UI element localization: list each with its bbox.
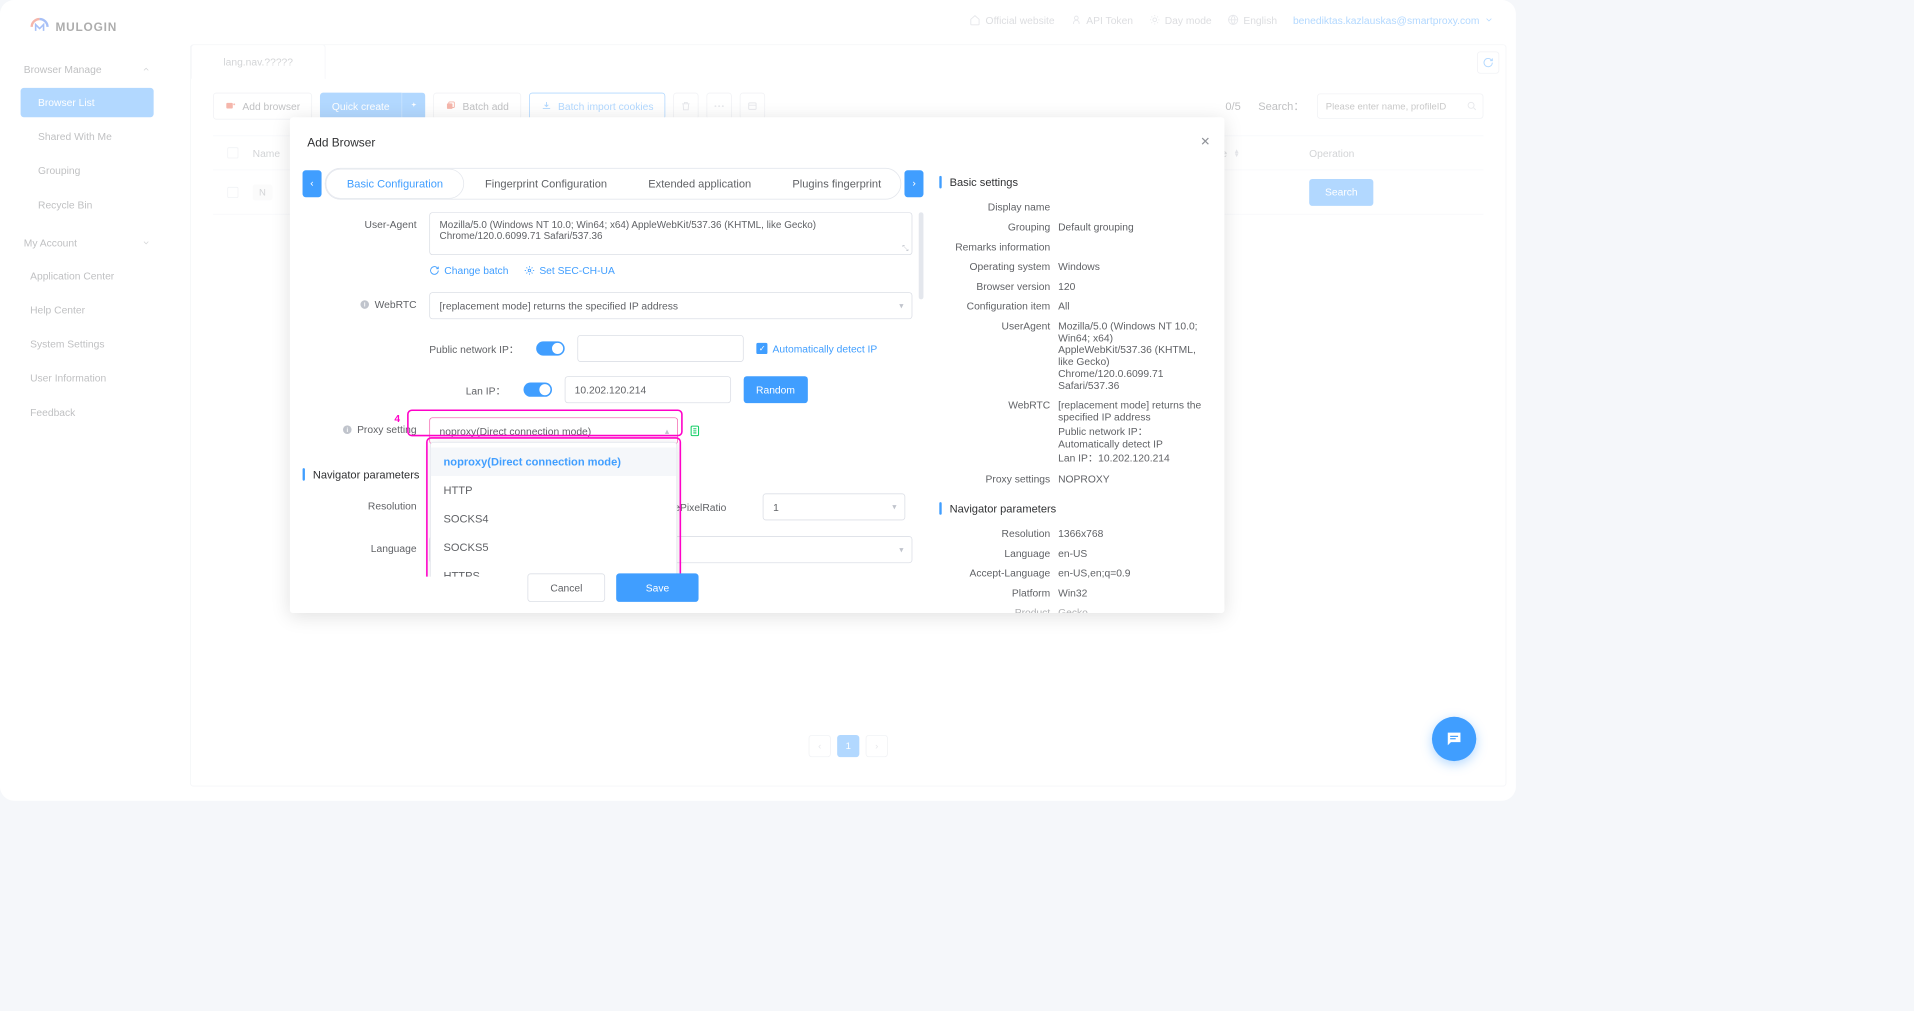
proxy-option-http[interactable]: HTTP bbox=[431, 476, 677, 505]
remarks-label: Remarks information bbox=[939, 241, 1058, 253]
pub-ip-label: Public network IP： bbox=[429, 341, 519, 356]
resize-handle-icon[interactable]: ⤡ bbox=[902, 244, 908, 253]
change-batch-link[interactable]: Change batch bbox=[429, 265, 508, 277]
cancel-button[interactable]: Cancel bbox=[527, 573, 605, 602]
proxy-label: Proxy setting bbox=[357, 424, 417, 436]
summary-al-value: en-US,en;q=0.9 bbox=[1058, 567, 1204, 579]
display-name-value bbox=[1058, 201, 1204, 213]
chevron-down-icon: ▾ bbox=[899, 301, 903, 311]
info-icon: i bbox=[342, 425, 352, 435]
proxy-dropdown: noproxy(Direct connection mode) HTTP SOC… bbox=[430, 442, 677, 577]
language-label: Language bbox=[303, 536, 430, 554]
tab-fingerprint[interactable]: Fingerprint Configuration bbox=[464, 169, 627, 199]
info-icon: i bbox=[360, 299, 370, 309]
ua-label: User-Agent bbox=[303, 212, 430, 230]
grouping-label: Grouping bbox=[939, 221, 1058, 233]
os-value: Windows bbox=[1058, 261, 1204, 273]
chevron-down-icon: ▾ bbox=[899, 545, 903, 555]
os-label: Operating system bbox=[939, 261, 1058, 273]
lan-ip-input[interactable] bbox=[564, 376, 730, 403]
config-item-value: All bbox=[1058, 300, 1204, 312]
chevron-up-icon: ▴ bbox=[665, 426, 669, 436]
dpr-value: 1 bbox=[773, 501, 779, 513]
summary-plat-value: Win32 bbox=[1058, 587, 1204, 599]
close-icon: ✕ bbox=[1200, 135, 1210, 149]
webrtc-select[interactable]: [replacement mode] returns the specified… bbox=[429, 292, 912, 319]
form-area: User-Agent Mozilla/5.0 (Windows NT 10.0;… bbox=[303, 212, 924, 576]
refresh-icon bbox=[429, 265, 439, 275]
save-button[interactable]: Save bbox=[616, 573, 698, 602]
summary-webrtc-value: [replacement mode] returns the specified… bbox=[1058, 399, 1204, 465]
summary-ua-value: Mozilla/5.0 (Windows NT 10.0; Win64; x64… bbox=[1058, 320, 1204, 391]
summary-webrtc-label: WebRTC bbox=[939, 399, 1058, 465]
nav-params-heading-2: Navigator parameters bbox=[950, 502, 1057, 515]
tabs-next[interactable] bbox=[904, 170, 923, 197]
ua-value: Mozilla/5.0 (Windows NT 10.0; Win64; x64… bbox=[440, 219, 817, 241]
proxy-select[interactable]: noproxy(Direct connection mode) ▴ bbox=[429, 417, 678, 444]
nav-params-heading: Navigator parameters bbox=[313, 468, 420, 481]
summary-lang-value: en-US bbox=[1058, 547, 1204, 559]
lan-ip-switch[interactable] bbox=[523, 383, 552, 397]
set-sec-label: Set SEC-CH-UA bbox=[539, 265, 615, 277]
ua-textarea[interactable]: Mozilla/5.0 (Windows NT 10.0; Win64; x64… bbox=[429, 212, 912, 255]
auto-detect-wrap[interactable]: ✓ Automatically detect IP bbox=[757, 343, 878, 355]
summary-proxy-label: Proxy settings bbox=[939, 473, 1058, 485]
webrtc-label: WebRTC bbox=[375, 299, 417, 311]
lan-ip-label: Lan IP： bbox=[466, 382, 506, 397]
pub-ip-switch[interactable] bbox=[537, 341, 566, 355]
export-icon[interactable] bbox=[689, 424, 702, 438]
config-tabs: Basic Configuration Fingerprint Configur… bbox=[303, 168, 924, 200]
section-bar bbox=[939, 502, 941, 515]
summary-panel: Basic settings Display name GroupingDefa… bbox=[923, 168, 1211, 613]
proxy-value: noproxy(Direct connection mode) bbox=[440, 425, 592, 437]
display-name-label: Display name bbox=[939, 201, 1058, 213]
proxy-option-socks5[interactable]: SOCKS5 bbox=[431, 533, 677, 562]
config-item-label: Configuration item bbox=[939, 300, 1058, 312]
chat-fab[interactable] bbox=[1432, 717, 1476, 761]
resolution-label: Resolution bbox=[303, 493, 430, 511]
summary-proxy-value: NOPROXY bbox=[1058, 473, 1204, 485]
summary-prod-value: Gecko bbox=[1058, 607, 1204, 613]
pub-ip-input[interactable] bbox=[578, 335, 744, 362]
tabs-prev[interactable] bbox=[303, 170, 322, 197]
modal-close-button[interactable]: ✕ bbox=[1200, 135, 1210, 149]
browser-version-value: 120 bbox=[1058, 280, 1204, 292]
summary-res-label: Resolution bbox=[939, 527, 1058, 539]
section-bar bbox=[303, 468, 305, 481]
webrtc-value: [replacement mode] returns the specified… bbox=[440, 300, 678, 312]
auto-detect-checkbox[interactable]: ✓ bbox=[757, 343, 768, 354]
dpr-select[interactable]: 1 ▾ bbox=[763, 493, 906, 520]
browser-version-label: Browser version bbox=[939, 280, 1058, 292]
auto-detect-label: Automatically detect IP bbox=[773, 343, 878, 355]
set-sec-link[interactable]: Set SEC-CH-UA bbox=[524, 265, 615, 277]
summary-prod-label: Product bbox=[939, 607, 1058, 613]
modal-footer: Cancel Save bbox=[303, 573, 924, 602]
summary-lang-label: Language bbox=[939, 547, 1058, 559]
remarks-value bbox=[1058, 241, 1204, 253]
summary-res-value: 1366x768 bbox=[1058, 527, 1204, 539]
summary-plat-label: Platform bbox=[939, 587, 1058, 599]
add-browser-modal: Add Browser ✕ Basic Configuration Finger… bbox=[290, 117, 1225, 613]
section-bar bbox=[939, 176, 941, 189]
summary-al-label: Accept-Language bbox=[939, 567, 1058, 579]
grouping-value: Default grouping bbox=[1058, 221, 1204, 233]
tab-basic[interactable]: Basic Configuration bbox=[326, 169, 465, 199]
proxy-option-socks4[interactable]: SOCKS4 bbox=[431, 505, 677, 534]
gear-icon bbox=[524, 265, 534, 275]
tab-plugins[interactable]: Plugins fingerprint bbox=[772, 169, 901, 199]
random-button[interactable]: Random bbox=[743, 376, 807, 403]
change-batch-label: Change batch bbox=[444, 265, 508, 277]
modal-left-panel: Basic Configuration Fingerprint Configur… bbox=[303, 168, 924, 613]
modal-title: Add Browser bbox=[307, 136, 375, 149]
basic-settings-heading: Basic settings bbox=[950, 176, 1018, 189]
scrollbar[interactable] bbox=[919, 212, 924, 299]
proxy-option-noproxy[interactable]: noproxy(Direct connection mode) bbox=[431, 447, 677, 476]
summary-ua-label: UserAgent bbox=[939, 320, 1058, 391]
chevron-down-icon: ▾ bbox=[892, 502, 896, 512]
chat-icon bbox=[1445, 729, 1464, 748]
tab-extended[interactable]: Extended application bbox=[628, 169, 772, 199]
